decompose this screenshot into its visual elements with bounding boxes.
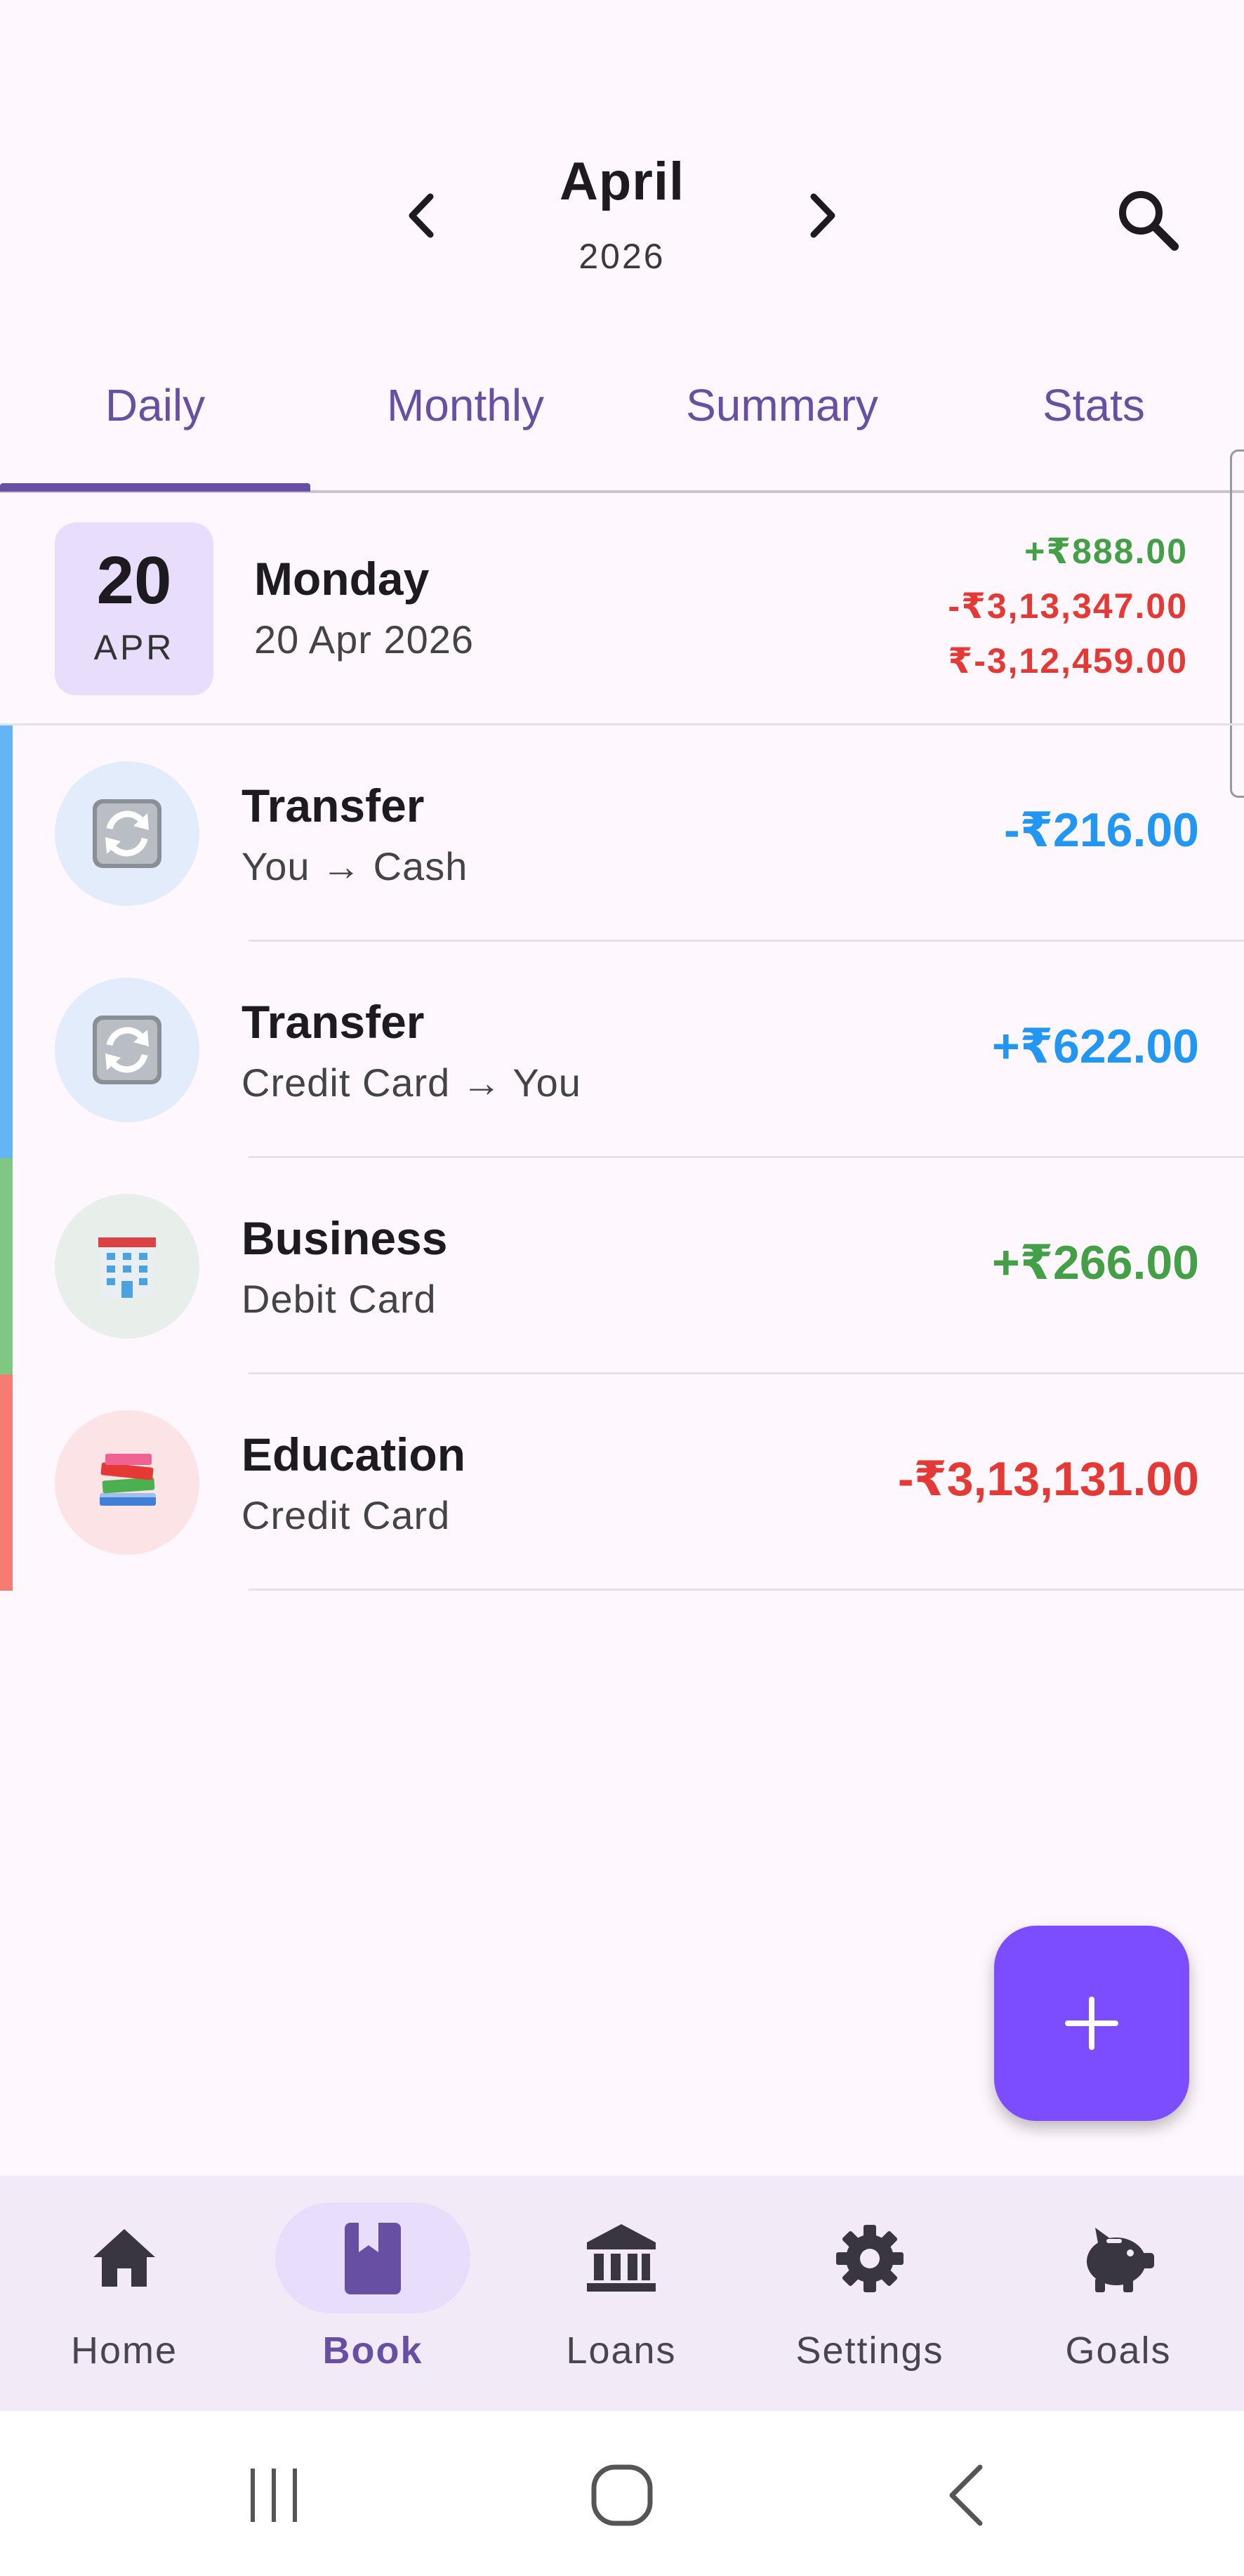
- bank-icon: [587, 2224, 656, 2292]
- year-label: 2026: [578, 237, 666, 276]
- transaction-subtitle: Credit Card: [241, 1493, 451, 1537]
- transaction-subtitle: Credit Card → You: [241, 1060, 581, 1105]
- nav-item-goals[interactable]: Goals: [994, 2176, 1243, 2411]
- nav-item-book[interactable]: Book: [249, 2176, 497, 2411]
- nav-label-home: Home: [70, 2329, 178, 2372]
- transaction-icon: [55, 978, 199, 1122]
- day-expense-total: -₹3,13,347.00: [948, 586, 1188, 626]
- recent-apps-button[interactable]: [239, 2460, 309, 2530]
- transaction-amount: +₹266.00: [991, 1236, 1199, 1289]
- row-color-bar: [0, 725, 13, 942]
- tab-daily[interactable]: Daily: [0, 379, 310, 442]
- nav-item-loans[interactable]: Loans: [497, 2176, 746, 2411]
- tab-stats[interactable]: Stats: [944, 379, 1244, 442]
- home-icon: [93, 2229, 155, 2287]
- date-badge-day: 20: [96, 543, 172, 618]
- weekday-label: Monday: [254, 553, 430, 605]
- day-net-total: ₹-3,12,459.00: [948, 641, 1188, 681]
- home-system-button[interactable]: [587, 2460, 657, 2530]
- tab-active-indicator: [0, 483, 310, 492]
- row-divider: [249, 1589, 1244, 1591]
- nav-icon-wrap: [0, 2222, 249, 2295]
- arrows-cycle-icon: [93, 799, 161, 868]
- search-icon: [1119, 191, 1179, 251]
- nav-icon-wrap: [497, 2222, 746, 2295]
- chevron-right-icon: [810, 193, 835, 238]
- row-color-bar: [0, 942, 13, 1158]
- transaction-title: Transfer: [241, 996, 425, 1048]
- day-income-total: +₹888.00: [1024, 532, 1188, 571]
- back-system-button[interactable]: [934, 2460, 1004, 2530]
- office-building-icon: [98, 1237, 156, 1298]
- transaction-row[interactable]: Transfer Credit Card → You +₹622.00: [0, 942, 1244, 1158]
- tab-monthly[interactable]: Monthly: [310, 379, 621, 442]
- row-color-bar: [0, 1374, 13, 1591]
- home-circle-icon: [591, 2464, 653, 2526]
- month-title: April: [559, 152, 685, 211]
- nav-label-book: Book: [322, 2329, 423, 2372]
- next-month-button[interactable]: [790, 184, 854, 247]
- transaction-icon: [55, 1194, 199, 1339]
- tab-summary[interactable]: Summary: [621, 379, 944, 442]
- transaction-icon: [55, 1410, 199, 1555]
- nav-label-goals: Goals: [1065, 2329, 1172, 2372]
- full-date-label: 20 Apr 2026: [254, 617, 475, 662]
- book-icon: [345, 2223, 401, 2294]
- nav-icon-wrap: [994, 2222, 1243, 2295]
- plus-icon: [1065, 1997, 1118, 2050]
- add-transaction-button[interactable]: [994, 1926, 1189, 2121]
- transaction-title: Business: [241, 1212, 448, 1264]
- nav-item-home[interactable]: Home: [0, 2176, 249, 2411]
- transaction-row[interactable]: Education Credit Card -₹3,13,131.00: [0, 1374, 1244, 1591]
- books-icon: [100, 1454, 156, 1506]
- piggy-bank-icon: [1087, 2228, 1154, 2292]
- date-badge-month: APR: [93, 628, 175, 667]
- arrows-cycle-icon: [93, 1016, 161, 1084]
- gear-icon: [836, 2225, 904, 2292]
- system-navigation-bar: [0, 2411, 1244, 2576]
- transaction-subtitle: You → Cash: [241, 844, 468, 888]
- recent-apps-icon: [251, 2469, 297, 2522]
- search-button[interactable]: [1109, 181, 1186, 258]
- transaction-row[interactable]: Transfer You → Cash -₹216.00: [0, 725, 1244, 942]
- nav-label-loans: Loans: [566, 2329, 677, 2372]
- transaction-amount: -₹3,13,131.00: [897, 1452, 1199, 1506]
- transaction-amount: +₹622.00: [991, 1020, 1199, 1073]
- transaction-subtitle: Debit Card: [241, 1277, 437, 1321]
- transaction-amount: -₹216.00: [1004, 803, 1199, 857]
- nav-icon-wrap: [746, 2222, 994, 2295]
- transaction-title: Transfer: [241, 780, 425, 832]
- nav-item-settings[interactable]: Settings: [746, 2176, 994, 2411]
- back-chevron-icon: [949, 2464, 983, 2526]
- transaction-icon: [55, 761, 199, 906]
- transaction-row[interactable]: Business Debit Card +₹266.00: [0, 1158, 1244, 1374]
- nav-icon-wrap: [249, 2222, 497, 2295]
- nav-label-settings: Settings: [795, 2329, 944, 2372]
- row-color-bar: [0, 1158, 13, 1374]
- transaction-title: Education: [241, 1428, 466, 1480]
